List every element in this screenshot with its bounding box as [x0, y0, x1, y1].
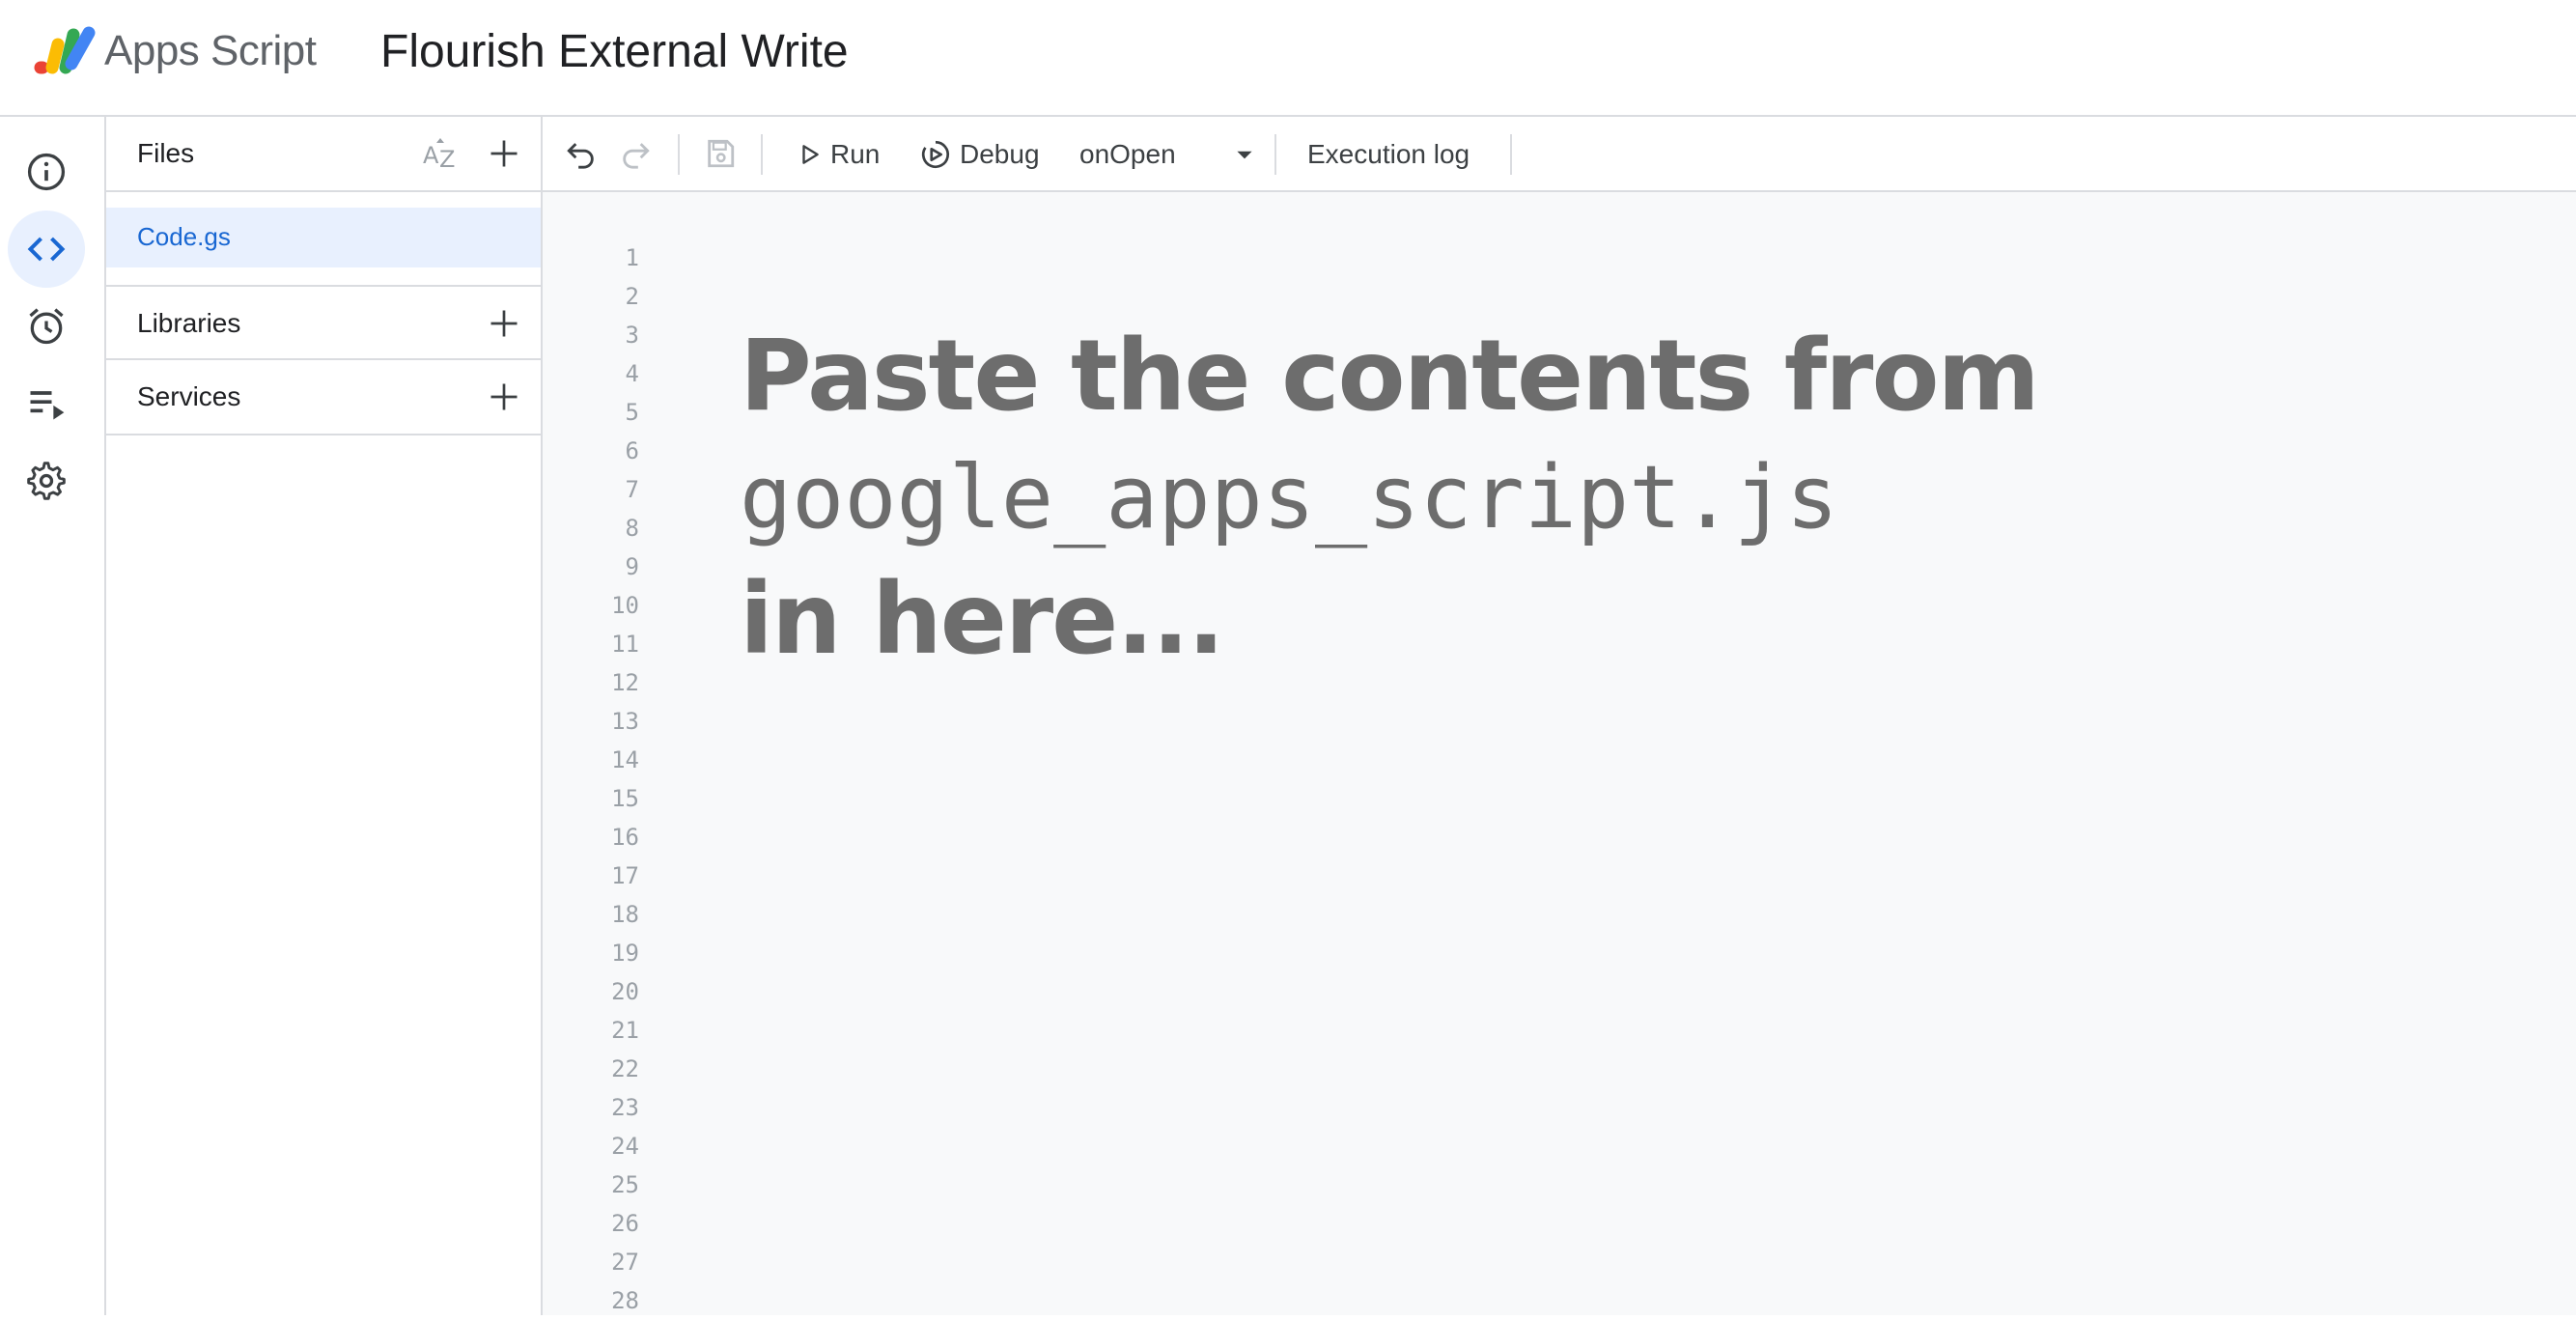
- redo-icon: [623, 143, 650, 169]
- overlay-filename: google_apps_script.js: [740, 447, 1838, 548]
- add-library-button[interactable]: [481, 300, 527, 347]
- line-number: 5: [625, 399, 639, 426]
- run-label: Run: [830, 139, 881, 169]
- code-icon: [27, 237, 66, 262]
- line-number: 1: [625, 244, 639, 271]
- toolbar-divider: [1274, 134, 1276, 175]
- run-button[interactable]: Run: [798, 130, 880, 179]
- line-number: 24: [611, 1133, 639, 1160]
- line-number: 10: [611, 592, 639, 619]
- line-number: 23: [611, 1094, 639, 1121]
- line-number: 21: [611, 1017, 639, 1044]
- files-header: Files A Z: [106, 117, 541, 192]
- svg-text:Z: Z: [439, 146, 455, 173]
- line-number: 6: [625, 437, 639, 464]
- line-number: 7: [625, 476, 639, 503]
- plus-icon: [490, 383, 518, 410]
- files-panel: Files A Z Code.gs Libraries Services: [106, 117, 543, 1315]
- debug-button[interactable]: Debug: [919, 130, 1040, 179]
- code-editor[interactable]: 1 2 3 4 5 6 7 8 9 10 11 12 13 14 15 16 17 18 19 20 21 22 23 24 2…: [543, 192, 2576, 1315]
- paste-instructions: Paste the contents from google_apps_scri…: [740, 318, 2040, 679]
- line-number: 19: [611, 940, 639, 967]
- toolbar-divider: [678, 134, 680, 175]
- info-icon: [27, 153, 66, 191]
- line-number: 3: [625, 322, 639, 349]
- line-number: 8: [625, 515, 639, 542]
- toolbar-divider: [761, 134, 763, 175]
- files-label: Files: [137, 138, 195, 168]
- line-number: 18: [611, 901, 639, 928]
- libraries-label: Libraries: [137, 308, 241, 338]
- line-number: 2: [625, 283, 639, 310]
- project-title[interactable]: Flourish External Write: [380, 25, 849, 78]
- debug-icon: [921, 140, 950, 169]
- editor-toolbar: Run Debug onOpen Execution log: [543, 117, 2576, 192]
- line-number: 15: [611, 785, 639, 812]
- save-icon: [708, 139, 735, 168]
- line-number: 22: [611, 1055, 639, 1082]
- toolbar-divider: [1510, 134, 1512, 175]
- plus-icon: [490, 310, 518, 337]
- services-header: Services: [106, 360, 541, 435]
- top-bar: Apps Script Flourish External Write: [0, 0, 2576, 117]
- file-name: Code.gs: [137, 222, 231, 251]
- apps-script-logo-icon[interactable]: [29, 25, 97, 79]
- file-item-code-gs[interactable]: Code.gs: [106, 208, 541, 267]
- add-file-button[interactable]: [481, 130, 527, 177]
- save-button[interactable]: [699, 132, 742, 175]
- product-name[interactable]: Apps Script: [104, 27, 317, 75]
- line-number: 26: [611, 1210, 639, 1237]
- line-number: 27: [611, 1249, 639, 1276]
- dropdown-caret-icon: [1237, 151, 1252, 159]
- undo-button[interactable]: [560, 132, 602, 175]
- line-number: 11: [611, 631, 639, 658]
- execution-log-label: Execution log: [1307, 139, 1470, 169]
- sort-files-button[interactable]: A Z: [417, 130, 463, 177]
- line-number-gutter: 1 2 3 4 5 6 7 8 9 10 11 12 13 14 15 16 17 18 19 20 21 22 23 24 2…: [543, 239, 639, 1320]
- rail-triggers-button[interactable]: [8, 288, 85, 365]
- left-nav-rail: [0, 117, 106, 1315]
- line-number: 16: [611, 824, 639, 851]
- line-number: 28: [611, 1287, 639, 1314]
- undo-icon: [567, 143, 594, 169]
- svg-text:A: A: [423, 142, 439, 169]
- rail-overview-button[interactable]: [8, 133, 85, 211]
- plus-icon: [490, 140, 518, 167]
- function-select-value: onOpen: [1079, 139, 1176, 169]
- line-number: 13: [611, 708, 639, 735]
- function-select-dropdown[interactable]: onOpen: [1079, 130, 1273, 179]
- line-number: 4: [625, 360, 639, 387]
- line-number: 17: [611, 862, 639, 889]
- overlay-line-1: Paste the contents from: [740, 319, 2040, 434]
- line-number: 14: [611, 746, 639, 773]
- debug-label: Debug: [960, 139, 1040, 169]
- line-number: 9: [625, 553, 639, 580]
- alarm-clock-icon: [29, 308, 64, 345]
- services-label: Services: [137, 381, 241, 411]
- rail-settings-button[interactable]: [8, 442, 85, 520]
- rail-editor-button[interactable]: [8, 211, 85, 288]
- libraries-header: Libraries: [106, 285, 541, 360]
- redo-button[interactable]: [614, 132, 657, 175]
- play-icon: [802, 145, 819, 164]
- overlay-line-3: in here...: [740, 562, 1225, 677]
- line-number: 20: [611, 978, 639, 1005]
- line-number: 12: [611, 669, 639, 696]
- add-service-button[interactable]: [481, 374, 527, 420]
- rail-executions-button[interactable]: [8, 365, 85, 442]
- execution-log-button[interactable]: Execution log: [1307, 130, 1470, 179]
- sort-az-icon: A Z: [423, 138, 455, 173]
- gear-icon: [27, 462, 66, 500]
- line-number: 25: [611, 1171, 639, 1198]
- executions-icon: [30, 391, 65, 420]
